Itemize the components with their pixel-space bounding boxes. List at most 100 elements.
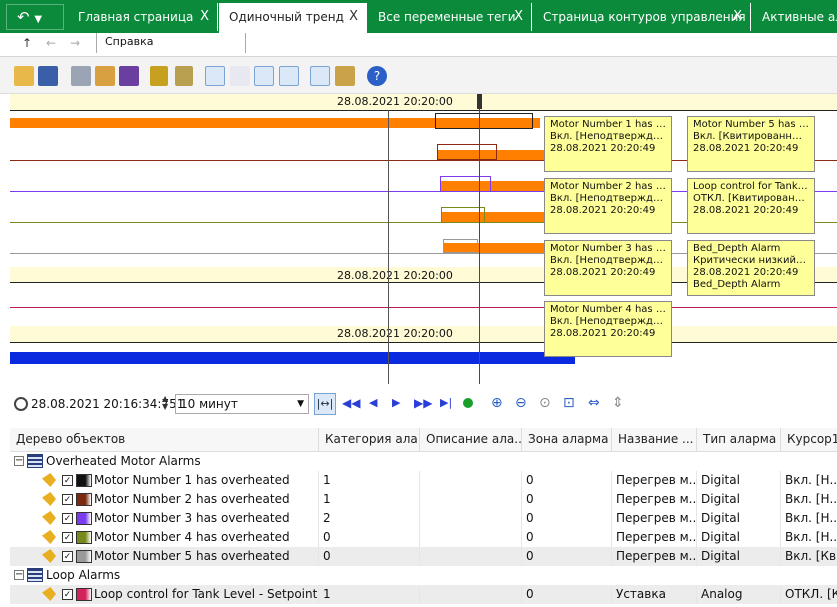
column-header[interactable]: Тип аларма [697, 428, 781, 452]
zoom-reset-icon[interactable]: ⊙ [539, 395, 551, 411]
tooltip-line: Motor Number 2 has ov... [550, 181, 666, 192]
properties-icon[interactable] [335, 66, 355, 86]
cursor-line[interactable] [479, 94, 480, 384]
ruler-icon[interactable] [230, 66, 250, 86]
tooltip-line: Вкл. [Неподтвержден... [550, 255, 666, 266]
export-icon[interactable] [119, 66, 139, 86]
print-preview-icon[interactable] [95, 66, 115, 86]
table-row[interactable]: ✓ Motor Number 5 has overheated 0 0 Пере… [10, 547, 837, 566]
alarm-tooltip: Motor Number 4 has ov... Вкл. [Неподтверж… [544, 301, 672, 357]
tab-label: Страница контуров управления [543, 10, 746, 24]
up-arrow-icon[interactable]: ↑ [22, 36, 32, 50]
alarm-tooltip: Loop control for Tank L... ОТКЛ. [Квитиро… [687, 178, 815, 234]
visibility-checkbox[interactable]: ✓ [62, 475, 73, 486]
back-arrow-icon[interactable]: ← [46, 36, 56, 50]
visibility-checkbox[interactable]: ✓ [62, 513, 73, 524]
table-row[interactable]: ✓ Motor Number 3 has overheated 2 0 Пере… [10, 509, 837, 528]
tooltip-line: Motor Number 5 has ov... [693, 119, 809, 130]
visibility-checkbox[interactable]: ✓ [62, 532, 73, 543]
print-icon[interactable] [71, 66, 91, 86]
close-icon[interactable]: X [514, 3, 523, 31]
zoom-in-icon[interactable]: ⊕ [491, 395, 503, 411]
collapse-icon[interactable]: − [14, 456, 24, 466]
open-folder-icon[interactable] [14, 66, 34, 86]
table-row[interactable]: ✓ Motor Number 2 has overheated 1 0 Пере… [10, 490, 837, 509]
cursor-a-icon[interactable] [254, 66, 274, 86]
tab-active-alarms[interactable]: Активные алар [752, 3, 837, 31]
alarm-outline [440, 176, 491, 192]
column-header[interactable]: Название ... [612, 428, 697, 452]
tooltip-line: Вкл. [Неподтвержден... [550, 131, 666, 142]
alarm-tooltip: Bed_Depth Alarm Критически низкий [К... 28… [687, 240, 815, 296]
save-icon[interactable] [38, 66, 58, 86]
back-menu-button[interactable]: ↶ ▼ [6, 4, 64, 30]
column-header[interactable]: Описание ала... [420, 428, 522, 452]
group-row[interactable]: − Loop Alarms [10, 566, 837, 585]
visibility-checkbox[interactable]: ✓ [62, 589, 73, 600]
tooltip-line: 28.08.2021 20:20:49 [693, 267, 799, 278]
pin-icon[interactable] [42, 473, 56, 487]
close-icon[interactable]: X [733, 3, 742, 31]
play-icon[interactable]: ▶ [392, 396, 400, 409]
visibility-checkbox[interactable]: ✓ [62, 494, 73, 505]
table-row[interactable]: ✓ Motor Number 1 has overheated 1 0 Пере… [10, 471, 837, 490]
cursor-handle[interactable] [477, 94, 482, 109]
interval-select[interactable]: 10 минут ▼ [175, 394, 309, 414]
column-header[interactable]: Зона аларма [522, 428, 612, 452]
trace-line [10, 307, 837, 308]
help-link[interactable]: Справка [96, 33, 246, 53]
zoom-out-icon[interactable]: ⊖ [515, 395, 527, 411]
table-row[interactable]: ✓ Loop control for Tank Level - Setpoint… [10, 585, 837, 604]
pin-icon[interactable] [42, 530, 56, 544]
zoom-value-icon[interactable]: ⇕ [612, 395, 624, 411]
zoom-time-icon[interactable]: ⇔ [588, 395, 600, 411]
grid-icon[interactable] [310, 66, 330, 86]
help-icon[interactable]: ? [367, 66, 387, 86]
tab-control-loops[interactable]: Страница контуров управления X [533, 3, 751, 31]
alarm-type: Digital [697, 490, 781, 509]
forward-arrow-icon[interactable]: → [70, 36, 80, 50]
line-tool-icon[interactable] [175, 66, 193, 86]
pin-icon[interactable] [42, 587, 56, 601]
trend-chart[interactable]: 28.08.2021 20:20:00 28.08.2021 20:20:00 … [0, 94, 837, 384]
chevron-down-icon: ▼ [34, 14, 43, 25]
cursor-b-icon[interactable] [279, 66, 299, 86]
tab-home[interactable]: Главная страница X [68, 3, 218, 31]
pin-icon[interactable] [42, 511, 56, 525]
alarm-type: Digital [697, 471, 781, 490]
tab-single-trend[interactable]: Одиночный тренд X [219, 3, 367, 33]
rewind-fast-icon[interactable]: ◀◀ [342, 396, 360, 410]
column-header[interactable]: Дерево объектов [10, 428, 319, 452]
undo-arrow-icon: ↶ [17, 8, 30, 26]
pin-icon[interactable] [42, 492, 56, 506]
alarm-category: 1 [319, 490, 420, 509]
pin-icon[interactable] [42, 549, 56, 563]
tab-all-tags[interactable]: Все переменные теги X [368, 3, 532, 31]
alarm-description [420, 547, 522, 566]
fit-width-icon[interactable]: |↔| [314, 393, 336, 415]
alarm-tooltip: Motor Number 5 has ov... Вкл. [Квитирован… [687, 116, 815, 172]
group-row[interactable]: − Overheated Motor Alarms [10, 452, 837, 471]
visibility-checkbox[interactable]: ✓ [62, 551, 73, 562]
cursor-line[interactable] [388, 110, 389, 384]
zoom-box-icon[interactable]: ⊡ [563, 395, 575, 411]
spinner-icon[interactable]: ▲ ▼ [162, 395, 168, 411]
forward-fast-icon[interactable]: ▶▶ [414, 396, 432, 410]
column-header[interactable]: Курсор1 [781, 428, 837, 452]
alarm-title: Перегрев м... [612, 509, 697, 528]
collapse-icon[interactable]: − [14, 570, 24, 580]
alarm-category: 1 [319, 471, 420, 490]
table-row[interactable]: ✓ Motor Number 4 has overheated 0 0 Пере… [10, 528, 837, 547]
close-icon[interactable]: X [200, 3, 209, 31]
analog-bar[interactable] [10, 352, 575, 364]
column-header[interactable]: Категория ала... [319, 428, 420, 452]
alarm-name: Loop control for Tank Level - Setpoint A… [90, 585, 319, 604]
rewind-icon[interactable]: ◀ [369, 396, 377, 409]
alarm-tooltip: Motor Number 3 has ov... Вкл. [Неподтверж… [544, 240, 672, 296]
live-indicator-icon[interactable] [463, 398, 473, 408]
select-pointer-icon[interactable] [205, 66, 225, 86]
close-icon[interactable]: X [349, 3, 358, 31]
tooltip-line: Loop control for Tank L... [693, 181, 809, 192]
skip-end-icon[interactable]: ▶| [440, 396, 452, 409]
pen-icon[interactable] [150, 66, 168, 86]
